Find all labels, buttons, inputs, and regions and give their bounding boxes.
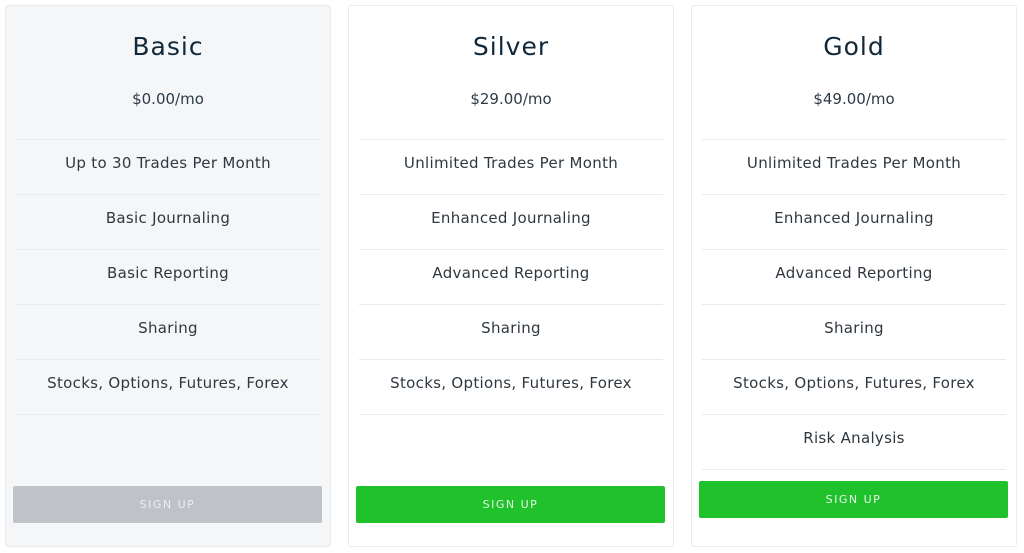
feature-item: Stocks, Options, Futures, Forex (702, 360, 1006, 415)
plan-card-gold: Gold $49.00/mo Unlimited Trades Per Mont… (691, 5, 1017, 547)
feature-item: Risk Analysis (702, 415, 1006, 470)
feature-item: Up to 30 Trades Per Month (16, 140, 320, 195)
plan-title: Silver (472, 32, 550, 61)
feature-item: Sharing (702, 305, 1006, 360)
feature-item: Stocks, Options, Futures, Forex (359, 360, 663, 415)
feature-item: Stocks, Options, Futures, Forex (16, 360, 320, 415)
plan-title: Basic (132, 32, 204, 61)
plan-price: $0.00/mo (132, 90, 204, 108)
feature-item: Advanced Reporting (702, 250, 1006, 305)
plan-title: Gold (823, 32, 885, 61)
sign-up-button-basic[interactable]: SIGN UP (13, 486, 322, 523)
feature-item: Enhanced Journaling (359, 195, 663, 250)
feature-item: Sharing (359, 305, 663, 360)
feature-list: Unlimited Trades Per Month Enhanced Jour… (359, 139, 663, 415)
feature-item: Enhanced Journaling (702, 195, 1006, 250)
feature-item: Sharing (16, 305, 320, 360)
plan-card-basic: Basic $0.00/mo Up to 30 Trades Per Month… (5, 5, 331, 547)
feature-list: Up to 30 Trades Per Month Basic Journali… (16, 139, 320, 415)
feature-item: Basic Journaling (16, 195, 320, 250)
feature-item: Unlimited Trades Per Month (359, 140, 663, 195)
sign-up-button-silver[interactable]: SIGN UP (356, 486, 665, 523)
plan-price: $29.00/mo (470, 90, 552, 108)
plan-card-silver: Silver $29.00/mo Unlimited Trades Per Mo… (348, 5, 674, 547)
sign-up-button-gold[interactable]: SIGN UP (699, 481, 1008, 518)
plan-price: $49.00/mo (813, 90, 895, 108)
feature-item: Advanced Reporting (359, 250, 663, 305)
feature-item: Basic Reporting (16, 250, 320, 305)
feature-list: Unlimited Trades Per Month Enhanced Jour… (702, 139, 1006, 470)
feature-item: Unlimited Trades Per Month (702, 140, 1006, 195)
